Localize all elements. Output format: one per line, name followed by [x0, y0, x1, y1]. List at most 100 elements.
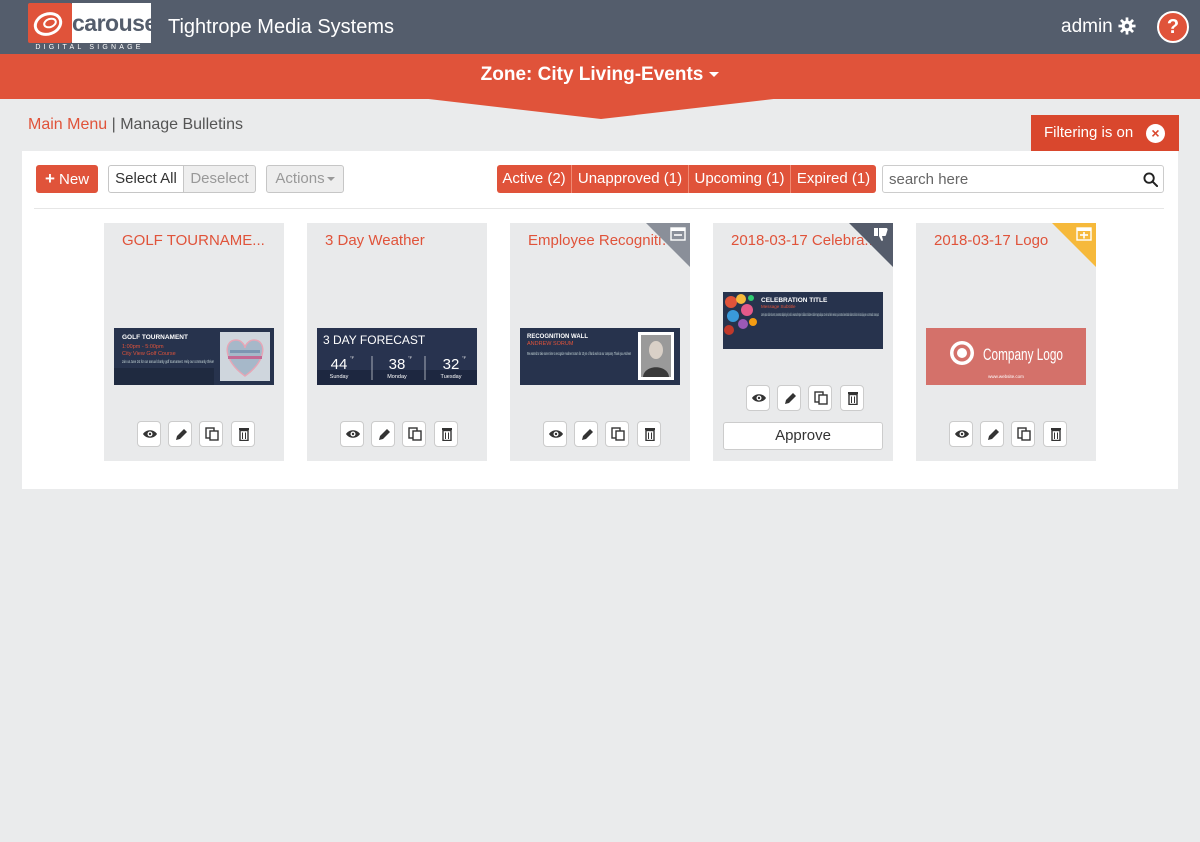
user-menu[interactable]: admin [1061, 16, 1113, 38]
filter-expired[interactable]: Expired (1) [790, 165, 876, 193]
breadcrumb-main-menu[interactable]: Main Menu [28, 116, 107, 133]
bulletin-card[interactable]: 2018-03-17 Celebra... CELEBRATION TITLE … [713, 223, 893, 461]
edit-button[interactable] [777, 385, 801, 411]
thumb-website: www.website.com [988, 374, 1024, 379]
edit-button[interactable] [168, 421, 192, 447]
edit-button[interactable] [980, 421, 1004, 447]
delete-button[interactable] [637, 421, 661, 447]
thumb-heading: CELEBRATION TITLE [761, 297, 828, 304]
thumb-temp: 44 [331, 356, 348, 373]
thumb-logo-text: Company Logo [983, 345, 1063, 364]
copy-icon [814, 391, 828, 405]
bulletin-card[interactable]: GOLF TOURNAME... GOLF TOURNAMENT 1:00pm … [104, 223, 284, 461]
logo-subtitle: DIGITAL SIGNAGE [35, 44, 144, 51]
preview-button[interactable] [137, 421, 161, 447]
preview-button[interactable] [949, 421, 973, 447]
pencil-icon [582, 429, 593, 440]
clear-filter-icon[interactable]: × [1146, 124, 1165, 143]
chevron-down-icon [326, 177, 335, 182]
filter-label: Filtering is on [1044, 124, 1134, 141]
thumb-heading: GOLF TOURNAMENT [122, 334, 188, 341]
eye-icon [955, 430, 969, 438]
expired-corner-badge [646, 223, 690, 267]
pencil-icon [176, 429, 187, 440]
thumb-heading: 3 DAY FORECAST [323, 333, 426, 347]
thumb-subtitle: Message Subtitle [761, 304, 796, 309]
zone-bar-pointer [420, 98, 782, 119]
plus-icon: + [44, 169, 55, 188]
preview-button[interactable] [543, 421, 567, 447]
delete-button[interactable] [434, 421, 458, 447]
gear-icon[interactable] [1118, 17, 1136, 35]
actions-dropdown[interactable]: Actions [266, 165, 344, 193]
breadcrumb-separator: | [111, 116, 116, 133]
bulletin-card[interactable]: Employee Recognition RECOGNITION WALL AN… [510, 223, 690, 461]
bulletin-card[interactable]: 2018-03-17 Logo Company Logo www.website… [916, 223, 1096, 461]
trash-icon [239, 428, 249, 441]
thumb-day: Sunday [330, 374, 349, 380]
bulletin-title[interactable]: 3 Day Weather [325, 232, 475, 249]
thumb-day: Tuesday [441, 374, 462, 380]
edit-button[interactable] [574, 421, 598, 447]
filter-upcoming[interactable]: Upcoming (1) [688, 165, 790, 193]
edit-button[interactable] [371, 421, 395, 447]
select-all-button[interactable]: Select All [108, 165, 184, 193]
thumb-unit: °F [408, 355, 413, 360]
bulletin-tools [746, 385, 864, 411]
duplicate-button[interactable] [1011, 421, 1035, 447]
bulletin-card[interactable]: 3 Day Weather 3 DAY FORECAST 44 38 32 °F… [307, 223, 487, 461]
thumb-body: We wanted to take some time to recognize… [527, 351, 631, 356]
trash-icon [645, 428, 655, 441]
bulletin-title[interactable]: GOLF TOURNAME... [122, 232, 272, 249]
thumb-place: City View Golf Course [122, 351, 176, 357]
new-bulletin-button[interactable]: + New [36, 165, 98, 193]
bulletin-thumbnail[interactable]: RECOGNITION WALL ANDREW SORUM We wanted … [520, 328, 680, 385]
duplicate-button[interactable] [808, 385, 832, 411]
delete-button[interactable] [231, 421, 255, 447]
chevron-down-icon [709, 72, 720, 78]
bulletin-tools [340, 421, 458, 447]
bulletin-thumbnail[interactable]: Company Logo www.website.com [926, 328, 1086, 385]
preview-button[interactable] [746, 385, 770, 411]
thumb-name: ANDREW SORUM [527, 341, 574, 347]
carousel-logo[interactable]: carousel DIGITAL SIGNAGE [28, 3, 163, 51]
breadcrumb: Main Menu | Manage Bulletins [28, 116, 243, 134]
filter-unapproved[interactable]: Unapproved (1) [571, 165, 688, 193]
copy-icon [1017, 427, 1031, 441]
eye-icon [143, 430, 157, 438]
zone-selector[interactable]: Zone: City Living-Events [0, 64, 1200, 86]
deselect-button[interactable]: Deselect [183, 165, 256, 193]
pencil-icon [379, 429, 390, 440]
thumb-temp: 32 [443, 356, 460, 373]
duplicate-button[interactable] [199, 421, 223, 447]
bulletin-thumbnail[interactable]: 3 DAY FORECAST 44 38 32 °F °F °F Sunday … [317, 328, 477, 385]
copy-icon [205, 427, 219, 441]
search-box [882, 165, 1164, 193]
help-button[interactable]: ? [1157, 11, 1189, 43]
search-input[interactable] [889, 170, 1139, 188]
trash-icon [442, 428, 452, 441]
approve-button[interactable]: Approve [723, 422, 883, 450]
bulletin-tools [949, 421, 1067, 447]
thumb-body: Join us June 1st for our annual charity … [122, 359, 214, 364]
duplicate-button[interactable] [402, 421, 426, 447]
actions-label: Actions [275, 170, 325, 187]
bulletin-thumbnail[interactable]: GOLF TOURNAMENT 1:00pm - 5:00pm City Vie… [114, 328, 274, 385]
logo-word: carousel [72, 3, 163, 43]
bulletin-thumbnail[interactable]: CELEBRATION TITLE Message Subtitle Lorem… [723, 292, 883, 349]
zone-label: Zone: City Living-Events [480, 64, 704, 85]
filter-active[interactable]: Active (2) [497, 165, 571, 193]
search-icon[interactable] [1143, 172, 1158, 187]
pencil-icon [988, 429, 999, 440]
delete-button[interactable] [1043, 421, 1067, 447]
thumb-body: Lorem ipsum dolor sit amet, consectetur … [761, 312, 879, 317]
delete-button[interactable] [840, 385, 864, 411]
copy-icon [611, 427, 625, 441]
thumb-unit: °F [462, 355, 467, 360]
bulletin-tools [137, 421, 255, 447]
preview-button[interactable] [340, 421, 364, 447]
toolbar-divider [34, 208, 1164, 209]
bulletin-tools [543, 421, 661, 447]
duplicate-button[interactable] [605, 421, 629, 447]
trash-icon [1051, 428, 1061, 441]
